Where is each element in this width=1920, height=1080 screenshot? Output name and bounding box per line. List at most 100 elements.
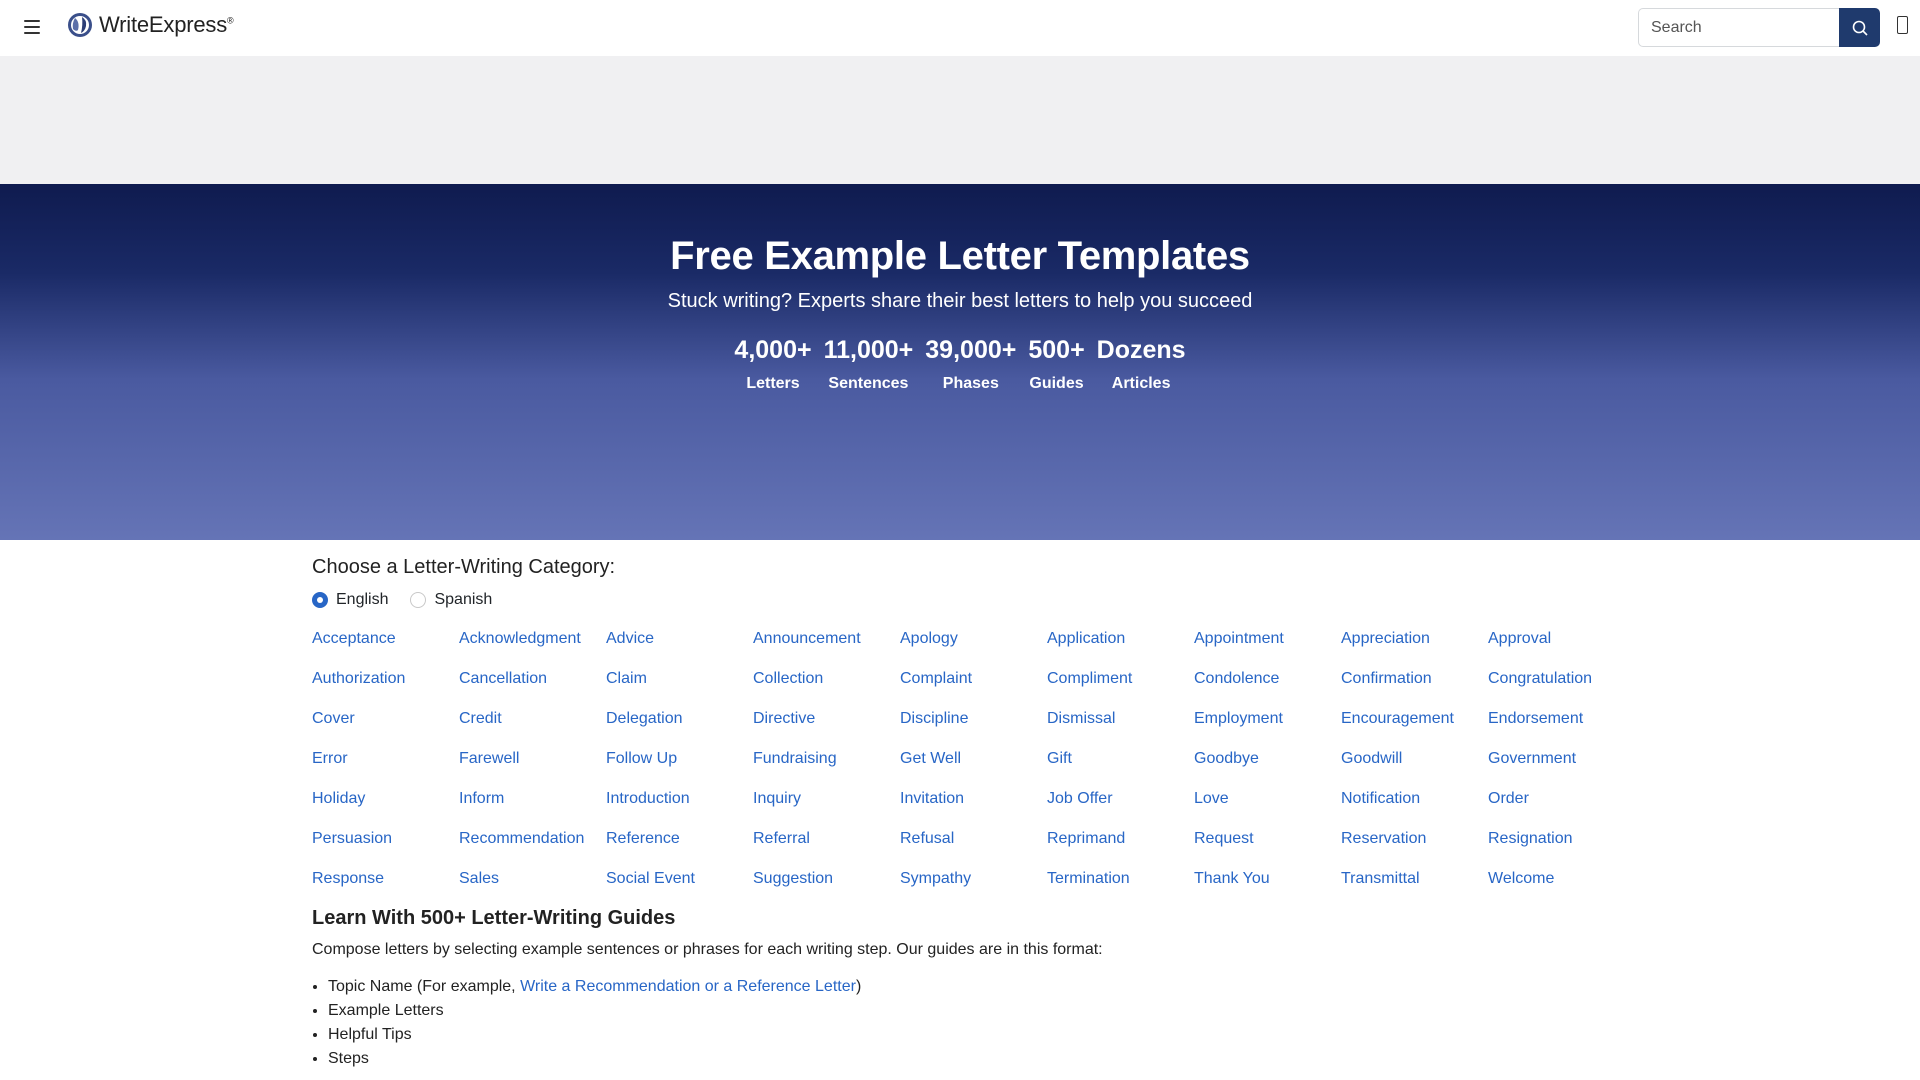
category-title: Choose a Letter-Writing Category: [312,556,616,578]
stat-value: 4,000+ [734,336,812,364]
category-link-advice[interactable]: Advice [606,629,753,649]
hamburger-menu-icon[interactable] [20,14,46,40]
category-link-social-event[interactable]: Social Event [606,869,753,889]
category-link-announcement[interactable]: Announcement [753,629,900,649]
category-link-employment[interactable]: Employment [1194,709,1341,729]
list-item: Topic Name (For example, Write a Recomme… [328,975,1612,999]
category-link-notification[interactable]: Notification [1341,789,1488,809]
search-input[interactable] [1638,8,1839,47]
category-link-follow-up[interactable]: Follow Up [606,749,753,769]
category-link-confirmation[interactable]: Confirmation [1341,669,1488,689]
list-item: Helpful Tips [328,1023,1612,1047]
category-link-sympathy[interactable]: Sympathy [900,869,1047,889]
category-link-directive[interactable]: Directive [753,709,900,729]
category-link-invitation[interactable]: Invitation [900,789,1047,809]
category-link-holiday[interactable]: Holiday [312,789,459,809]
category-link-suggestion[interactable]: Suggestion [753,869,900,889]
guides-title: Learn With 500+ Letter-Writing Guides [312,907,676,929]
language-option-spanish[interactable]: Spanish [410,591,492,609]
category-link-order[interactable]: Order [1488,789,1635,809]
category-link-welcome[interactable]: Welcome [1488,869,1635,889]
category-link-transmittal[interactable]: Transmittal [1341,869,1488,889]
category-link-thank-you[interactable]: Thank You [1194,869,1341,889]
language-selector: English Spanish [312,591,1612,609]
category-link-introduction[interactable]: Introduction [606,789,753,809]
category-link-apology[interactable]: Apology [900,629,1047,649]
search-icon [1852,20,1868,36]
category-link-gift[interactable]: Gift [1047,749,1194,769]
category-link-claim[interactable]: Claim [606,669,753,689]
category-link-fundraising[interactable]: Fundraising [753,749,900,769]
stat-label: Articles [1111,375,1171,392]
stat-label: Letters [746,375,800,392]
stat-label: Phases [942,375,999,392]
category-link-request[interactable]: Request [1194,829,1341,849]
category-grid: Acceptance Acknowledgment Advice Announceme… [312,629,1612,889]
category-link-encouragement[interactable]: Encouragement [1341,709,1488,729]
category-link-congratulation[interactable]: Congratulation [1488,669,1635,689]
stat-letters: 4,000+ Letters [734,336,811,393]
category-link-response[interactable]: Response [312,869,459,889]
category-link-inform[interactable]: Inform [459,789,606,809]
stat-sentences: 11,000+ Sentences [824,336,914,393]
category-link-reference[interactable]: Reference [606,829,753,849]
category-link-error[interactable]: Error [312,749,459,769]
category-link-application[interactable]: Application [1047,629,1194,649]
category-link-cover[interactable]: Cover [312,709,459,729]
ad-banner-area [0,56,1920,184]
category-link-appointment[interactable]: Appointment [1194,629,1341,649]
brand-logo-link[interactable]: WriteExpress® [67,12,234,38]
category-link-government[interactable]: Government [1488,749,1635,769]
category-link-job-offer[interactable]: Job Offer [1047,789,1194,809]
category-link-credit[interactable]: Credit [459,709,606,729]
radio-label: Spanish [434,591,493,608]
radio-english[interactable] [312,592,328,608]
category-link-acceptance[interactable]: Acceptance [312,629,459,649]
category-link-dismissal[interactable]: Dismissal [1047,709,1194,729]
category-link-get-well[interactable]: Get Well [900,749,1047,769]
category-link-reprimand[interactable]: Reprimand [1047,829,1194,849]
category-link-resignation[interactable]: Resignation [1488,829,1635,849]
search-button[interactable] [1839,8,1880,47]
category-link-delegation[interactable]: Delegation [606,709,753,729]
category-link-goodbye[interactable]: Goodbye [1194,749,1341,769]
category-link-referral[interactable]: Referral [753,829,900,849]
globe-logo-icon [68,13,92,37]
category-link-authorization[interactable]: Authorization [312,669,459,689]
guides-format-list: Topic Name (For example, Write a Recomme… [312,975,1612,1071]
search-form [1638,8,1880,47]
brand-name: WriteExpress® [99,12,234,37]
category-link-sales[interactable]: Sales [459,869,606,889]
list-item: Steps [328,1047,1612,1071]
category-link-inquiry[interactable]: Inquiry [753,789,900,809]
category-link-farewell[interactable]: Farewell [459,749,606,769]
category-link-goodwill[interactable]: Goodwill [1341,749,1488,769]
category-link-acknowledgment[interactable]: Acknowledgment [459,629,606,649]
category-link-complaint[interactable]: Complaint [900,669,1047,689]
category-link-collection[interactable]: Collection [753,669,900,689]
category-link-refusal[interactable]: Refusal [900,829,1047,849]
hero-title: Free Example Letter Templates [670,234,1250,278]
category-link-discipline[interactable]: Discipline [900,709,1047,729]
stat-label: Guides [1029,375,1084,392]
category-link-reservation[interactable]: Reservation [1341,829,1488,849]
category-link-persuasion[interactable]: Persuasion [312,829,459,849]
category-link-approval[interactable]: Approval [1488,629,1635,649]
stat-label: Sentences [828,375,909,392]
example-guide-link[interactable]: Write a Recommendation or a Reference Le… [520,978,856,995]
top-navbar: WriteExpress® [0,0,1920,56]
stat-guides: 500+ Guides [1028,336,1084,393]
category-link-compliment[interactable]: Compliment [1047,669,1194,689]
category-link-cancellation[interactable]: Cancellation [459,669,606,689]
category-link-recommendation[interactable]: Recommendation [459,829,606,849]
radio-spanish[interactable] [410,592,427,608]
phone-icon[interactable] [1897,16,1908,34]
language-option-english[interactable]: English [312,591,388,609]
category-link-appreciation[interactable]: Appreciation [1341,629,1488,649]
category-link-termination[interactable]: Termination [1047,869,1194,889]
stat-articles: Dozens Articles [1097,336,1186,393]
category-link-condolence[interactable]: Condolence [1194,669,1341,689]
stat-value: 500+ [1028,336,1085,364]
category-link-endorsement[interactable]: Endorsement [1488,709,1635,729]
category-link-love[interactable]: Love [1194,789,1341,809]
